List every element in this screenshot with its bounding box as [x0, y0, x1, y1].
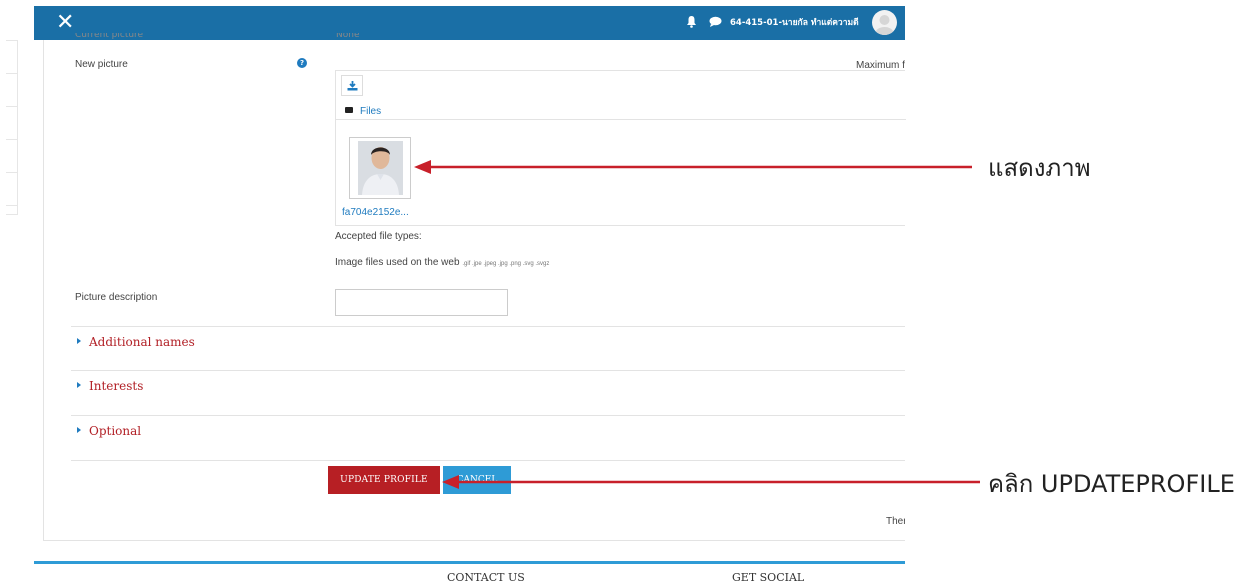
arrow-head-picture	[414, 160, 431, 174]
annotation-show-picture: แสดงภาพ	[988, 154, 1091, 182]
annotation-click-update: คลิก UPDATEPROFILE	[988, 470, 1235, 498]
arrow-head-update	[442, 475, 459, 489]
